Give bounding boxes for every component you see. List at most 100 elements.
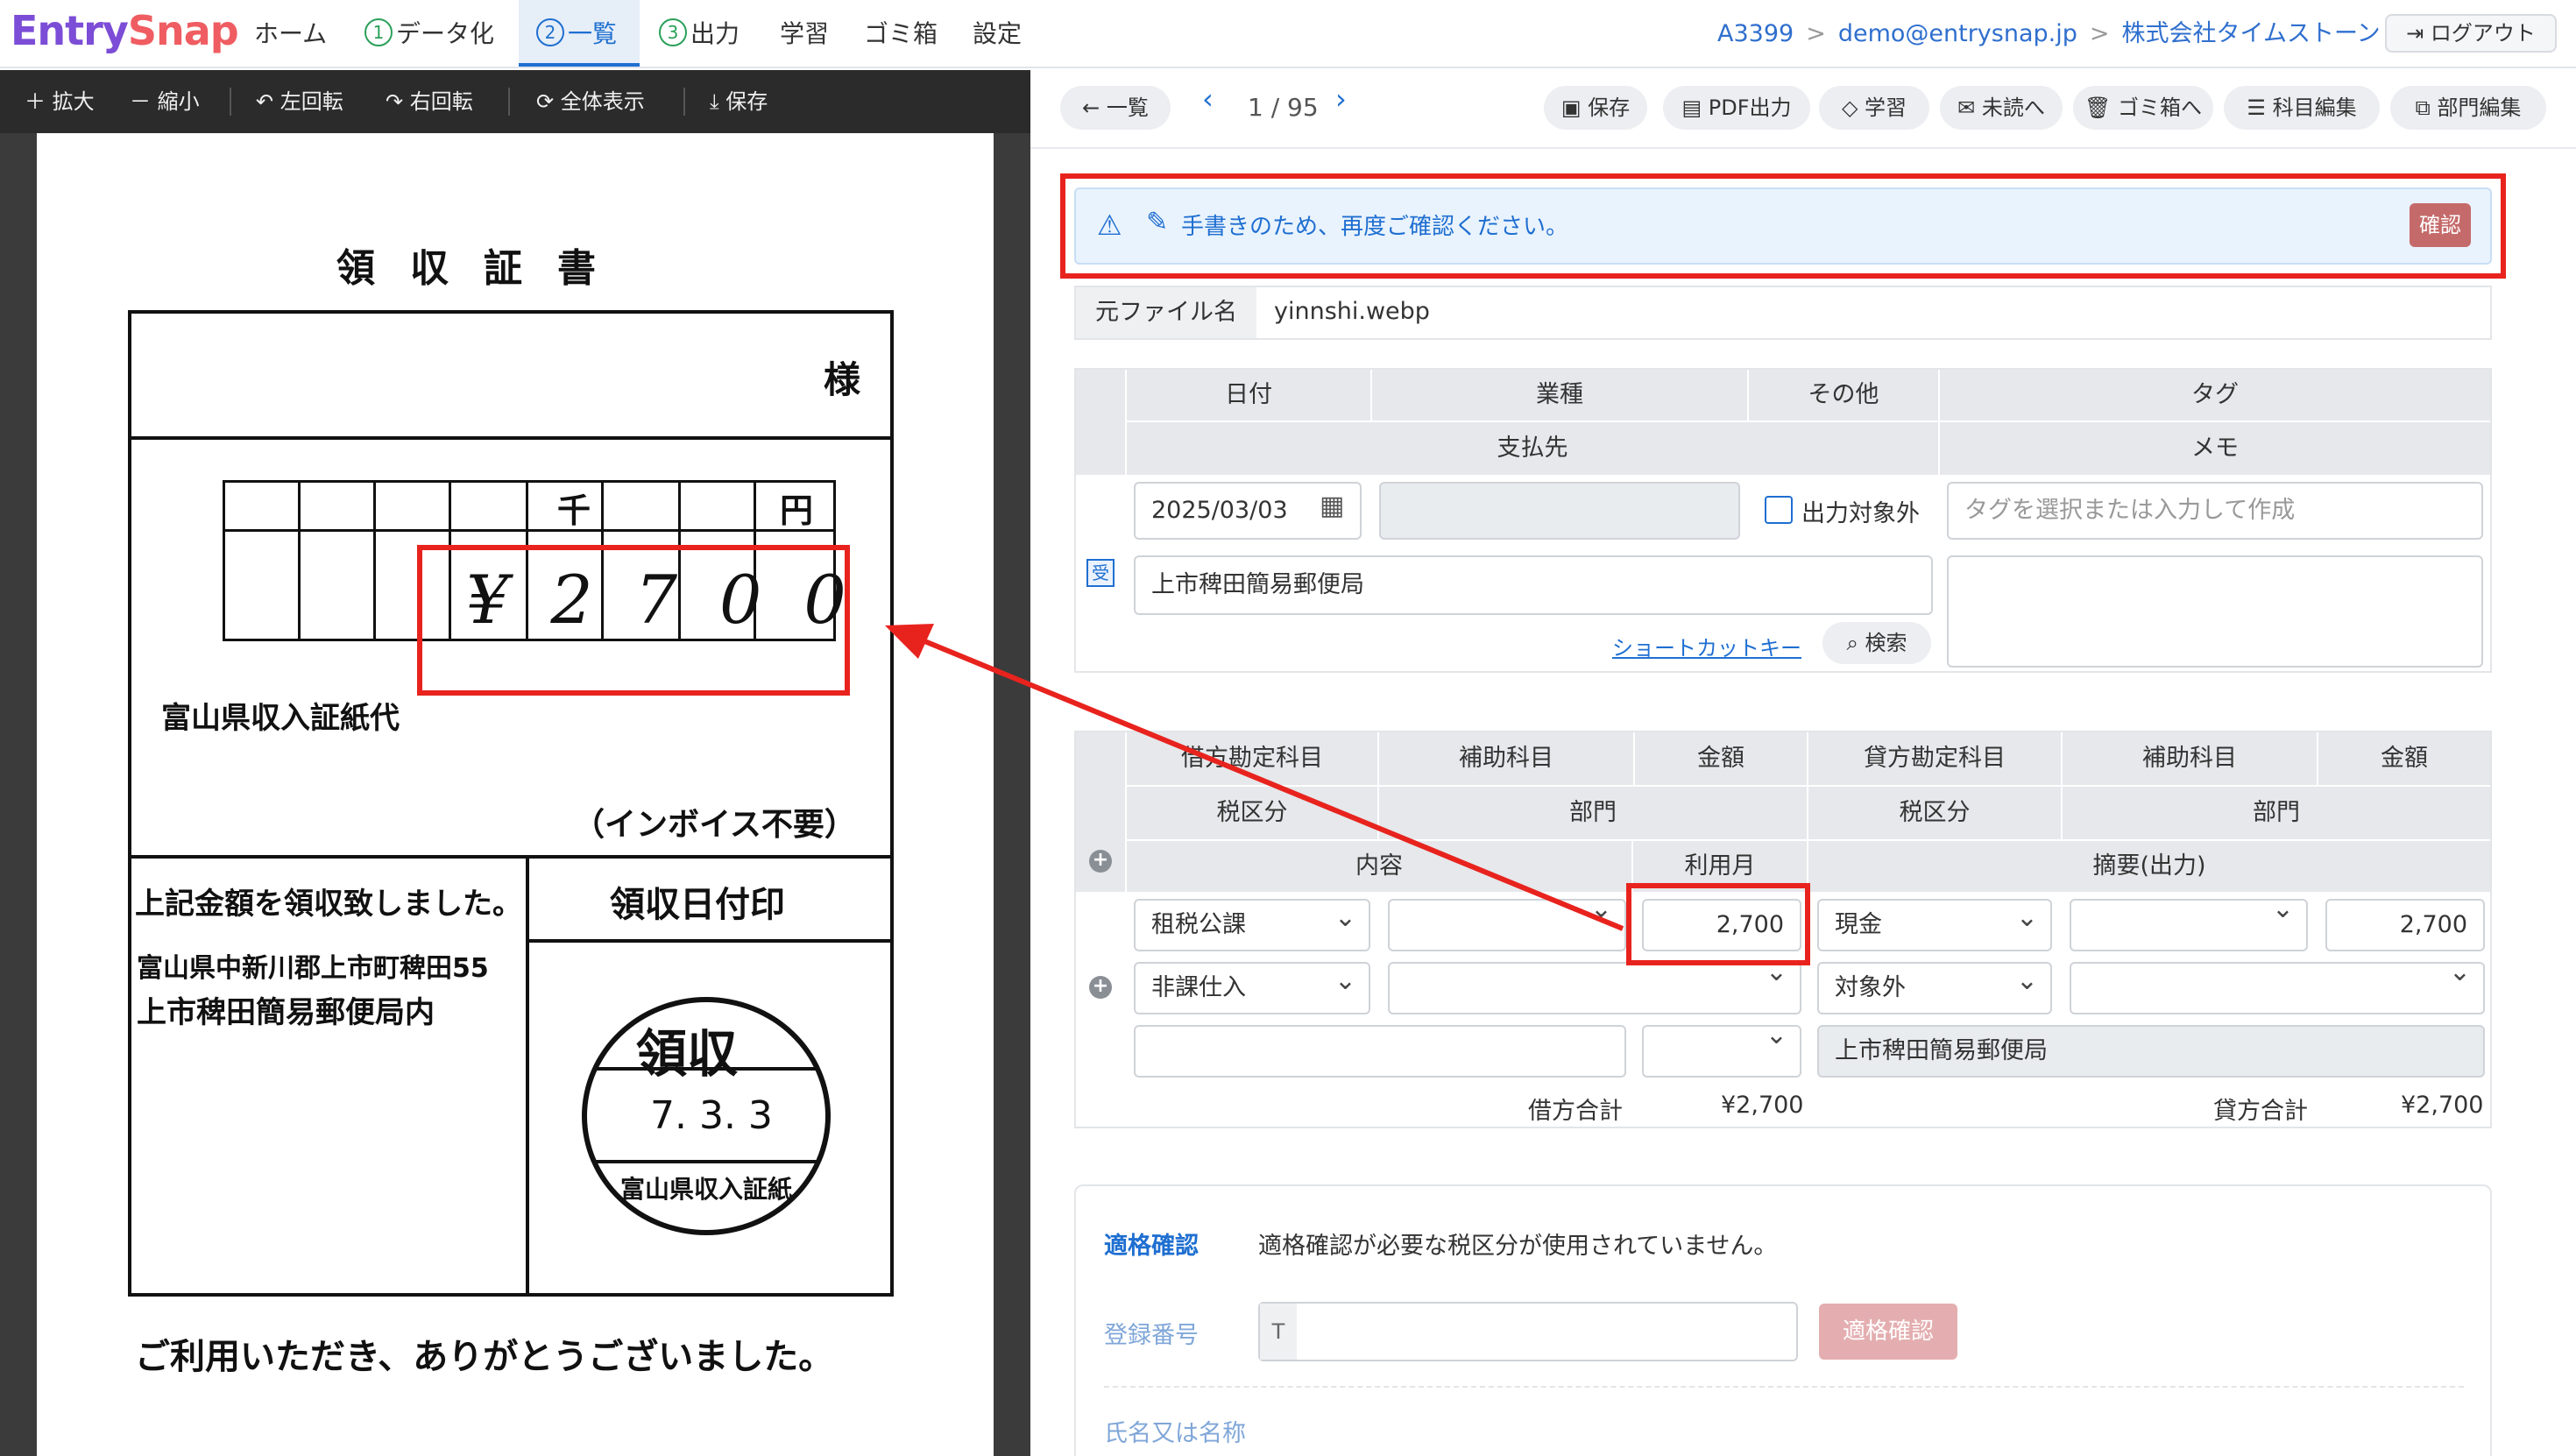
col-summary: 摘要(出力) xyxy=(1808,841,2490,892)
toolbar-divider xyxy=(683,88,685,116)
add-line-icon[interactable]: + xyxy=(1089,976,1112,999)
search-icon: ⌕ xyxy=(1846,631,1865,655)
rotate-right-button[interactable]: ↷ 右回転 xyxy=(386,70,473,133)
breadcrumb: A3399 > demo@entrysnap.jp > 株式会社タイムストーン xyxy=(1717,20,2381,47)
col-debit-dept: 部門 xyxy=(1379,787,1807,839)
nav-learn[interactable]: 学習 xyxy=(780,0,829,67)
qualification-title: 適格確認 xyxy=(1104,1233,1199,1260)
stamp-main: 領収 xyxy=(636,1024,739,1084)
receipt-badge: 受 xyxy=(1086,559,1115,587)
receipt-thousand: 千 xyxy=(557,491,591,530)
rotate-left-button[interactable]: ↶ 左回転 xyxy=(256,70,343,133)
content-input[interactable] xyxy=(1134,1025,1626,1078)
memo-input[interactable] xyxy=(1947,555,2483,668)
trash-icon: 🗑 xyxy=(2084,95,2119,120)
shortcut-link[interactable]: ショートカットキー xyxy=(1612,631,1801,661)
stamp-header: 領収日付印 xyxy=(610,885,785,925)
nav-settings[interactable]: 設定 xyxy=(973,0,1022,67)
exclude-checkbox[interactable] xyxy=(1765,496,1793,524)
mark-unread-button[interactable]: ✉ 未読へ xyxy=(1940,86,2063,130)
month-select[interactable] xyxy=(1642,1025,1801,1078)
debit-total-label: 借方合計 xyxy=(1528,1098,1623,1125)
logout-button[interactable]: ⇥ ログアウト xyxy=(2385,14,2557,53)
credit-sub-select[interactable] xyxy=(2070,899,2308,951)
col-tag: タグ xyxy=(1940,370,2490,421)
graduation-cap-icon: ◇ xyxy=(1841,95,1865,120)
debit-sub-select[interactable] xyxy=(1388,899,1626,951)
debit-dept-select[interactable] xyxy=(1388,962,1801,1014)
debit-amount-highlight xyxy=(1626,883,1810,965)
col-other: その他 xyxy=(1749,370,1938,421)
name-label: 氏名又は名称 xyxy=(1104,1420,1246,1447)
edit-accounts-button[interactable]: ☰ 科目編集 xyxy=(2224,86,2380,130)
qualification-check-button[interactable]: 適格確認 xyxy=(1819,1304,1957,1360)
breadcrumb-account[interactable]: A3399 xyxy=(1717,20,1794,47)
header-corner xyxy=(1076,370,1125,475)
download-button[interactable]: ⤓ 保存 xyxy=(710,70,768,133)
col-credit-amount: 金額 xyxy=(2318,732,2490,785)
credit-account-select[interactable]: 現金 xyxy=(1817,899,2052,951)
col-content: 内容 xyxy=(1127,841,1631,892)
col-memo: メモ xyxy=(1940,422,2490,475)
back-to-list-button[interactable]: ← 一覧 xyxy=(1060,86,1171,130)
nav-datafy[interactable]: 1 データ化 xyxy=(364,0,494,67)
search-button[interactable]: ⌕ 検索 xyxy=(1822,622,1931,664)
receipt-divider xyxy=(526,939,894,943)
credit-tax-select[interactable]: 対象外 xyxy=(1817,962,2052,1014)
receipt-item: 富山県収入証紙代 xyxy=(161,701,400,736)
entrysnap-logo[interactable]: EntrySnap xyxy=(11,7,239,54)
pdf-export-button[interactable]: ▤ PDF出力 xyxy=(1663,86,1810,130)
save-button[interactable]: ▣ 保存 xyxy=(1544,86,1647,130)
nav-home[interactable]: ホーム xyxy=(254,0,327,67)
credit-dept-select[interactable] xyxy=(2070,962,2485,1014)
move-to-trash-button[interactable]: 🗑 ゴミ箱へ xyxy=(2073,86,2213,130)
prev-page-icon[interactable]: ‹ xyxy=(1202,82,1214,116)
breadcrumb-company[interactable]: 株式会社タイムストーン xyxy=(2121,20,2380,47)
org-chart-icon: ⧉ xyxy=(2415,95,2438,120)
payee-input[interactable]: 上市稗田簡易郵便局 xyxy=(1134,555,1933,615)
next-page-icon[interactable]: › xyxy=(1335,82,1347,116)
zoom-out-button[interactable]: － 縮小 xyxy=(130,70,200,133)
tag-input[interactable]: タグを選択または入力して作成 xyxy=(1947,482,2483,540)
col-payee: 支払先 xyxy=(1127,422,1938,475)
registration-label: 登録番号 xyxy=(1104,1322,1199,1349)
receipt-thanks: ご利用いただき、ありがとうございました。 xyxy=(135,1337,834,1377)
industry-input[interactable] xyxy=(1379,482,1740,540)
col-debit-sub: 補助科目 xyxy=(1379,732,1633,785)
amount-grid-line xyxy=(298,480,301,641)
learn-button[interactable]: ◇ 学習 xyxy=(1819,86,1929,130)
receipt-office: 上市稗田簡易郵便局内 xyxy=(137,995,435,1030)
col-debit-tax: 税区分 xyxy=(1127,787,1377,839)
breadcrumb-email[interactable]: demo@entrysnap.jp xyxy=(1838,20,2077,47)
nav-trash[interactable]: ゴミ箱 xyxy=(864,0,938,67)
nav-list[interactable]: 2 一覧 xyxy=(519,0,640,67)
qualification-message: 適格確認が必要な税区分が使用されていません。 xyxy=(1258,1233,1778,1260)
exclude-label: 出力対象外 xyxy=(1801,500,1920,527)
debit-tax-select[interactable]: 非課仕入 xyxy=(1134,962,1370,1014)
receipt-title: 領収証書 xyxy=(336,246,631,291)
col-date: 日付 xyxy=(1127,370,1370,421)
calendar-icon[interactable]: ▦ xyxy=(1320,491,1344,521)
stamp-bottom: 富山県収入証紙 xyxy=(620,1175,793,1204)
receipt-divider xyxy=(526,855,529,1297)
envelope-icon: ✉ xyxy=(1957,95,1982,120)
receipt-divider xyxy=(128,855,894,859)
stamp-date: 7. 3. 3 xyxy=(650,1093,773,1138)
debit-total-value: ¥2,700 xyxy=(1721,1092,1804,1119)
receipt-divider xyxy=(128,436,894,440)
toolbar-divider xyxy=(508,88,510,116)
add-row-icon[interactable]: + xyxy=(1089,850,1112,873)
summary-output: 上市稗田簡易郵便局 xyxy=(1817,1025,2485,1078)
debit-account-select[interactable]: 租税公課 xyxy=(1134,899,1370,951)
edit-departments-button[interactable]: ⧉ 部門編集 xyxy=(2390,86,2546,130)
zoom-in-button[interactable]: ＋ 拡大 xyxy=(25,70,95,133)
logout-icon: ⇥ xyxy=(2406,21,2431,46)
registration-input[interactable] xyxy=(1258,1302,1798,1361)
receipt-sama: 様 xyxy=(824,358,861,401)
nav-output[interactable]: 3 出力 xyxy=(659,0,740,67)
amount-highlight-box xyxy=(417,545,850,696)
file-name: yinnshi.webp xyxy=(1274,298,1430,325)
credit-amount-input[interactable]: 2,700 xyxy=(2325,899,2485,951)
fit-view-button[interactable]: ⟳ 全体表示 xyxy=(536,70,645,133)
top-nav: EntrySnap ホーム 1 データ化 2 一覧 3 出力 学習 ゴミ箱 設定 A3… xyxy=(0,0,2576,68)
